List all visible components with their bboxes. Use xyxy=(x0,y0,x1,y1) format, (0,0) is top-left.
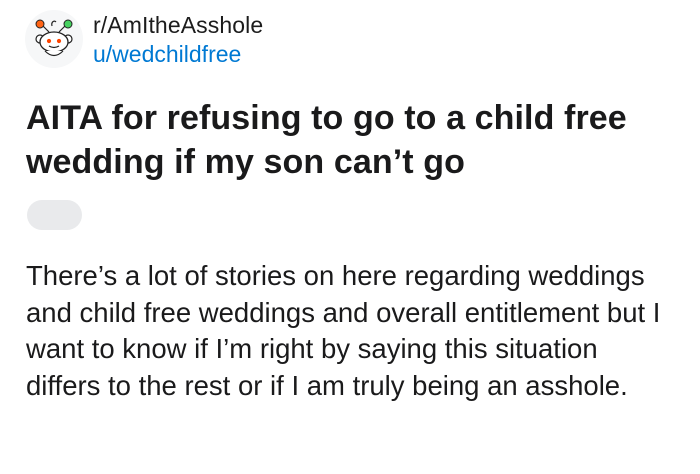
post-flair-pill xyxy=(27,200,82,230)
post-meta: r/AmItheAsshole u/wedchildfree xyxy=(93,11,263,68)
author-link[interactable]: u/wedchildfree xyxy=(93,40,263,68)
post-title[interactable]: AITA for refusing to go to a child free … xyxy=(26,96,666,184)
subreddit-link[interactable]: r/AmItheAsshole xyxy=(93,11,263,39)
snoo-avatar-icon[interactable] xyxy=(25,10,83,68)
post-body-text: There’s a lot of stories on here regardi… xyxy=(26,260,661,401)
post-header: r/AmItheAsshole u/wedchildfree xyxy=(25,10,263,68)
